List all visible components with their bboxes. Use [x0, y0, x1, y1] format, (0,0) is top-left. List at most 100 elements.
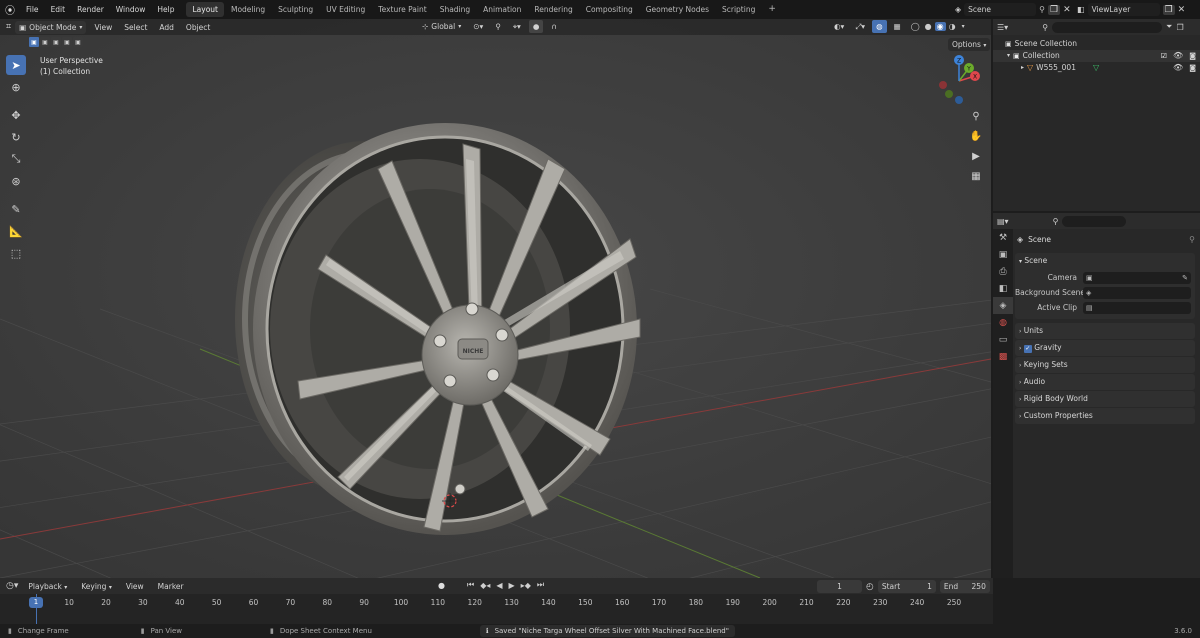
pan-hand-icon[interactable]: ✋ [967, 127, 985, 145]
world-tab-icon[interactable]: ◍ [993, 314, 1013, 331]
prev-keyframe-icon[interactable]: ◆◂ [480, 581, 490, 590]
custom-properties-panel-header[interactable]: › Custom Properties [1015, 408, 1195, 424]
scene-panel-header[interactable]: ▾ Scene [1015, 253, 1195, 269]
new-viewlayer-icon[interactable]: ❐ [1162, 4, 1175, 15]
expand-chevron-icon[interactable]: ▾ [1007, 50, 1010, 62]
properties-editor-icon[interactable]: ▤▾ [997, 217, 1009, 226]
menu-playback[interactable]: Playback ▾ [24, 580, 71, 593]
3d-viewport[interactable]: NICHE ⌗ ▣ Object Mode ▾ View Select Add … [0, 19, 991, 578]
menu-marker[interactable]: Marker [154, 580, 188, 593]
tab-geometry-nodes[interactable]: Geometry Nodes [640, 2, 715, 17]
scale-tool-icon[interactable]: ⤡ [6, 149, 26, 169]
play-reverse-icon[interactable]: ◀ [496, 581, 502, 590]
keying-sets-panel-header[interactable]: › Keying Sets [1015, 357, 1195, 373]
output-tab-icon[interactable]: ⎙ [993, 263, 1013, 280]
pin-icon[interactable]: ⚲ [1189, 235, 1195, 244]
tab-scripting[interactable]: Scripting [716, 2, 761, 17]
navigation-gizmo[interactable]: X Y Z [932, 54, 982, 109]
new-scene-icon[interactable]: ❐ [1048, 4, 1061, 15]
snap-icon[interactable]: ⚲ [491, 20, 505, 33]
background-scene-field[interactable]: ◈ [1083, 286, 1191, 299]
xray-icon[interactable]: ▦ [890, 20, 905, 33]
jump-end-icon[interactable]: ⏭ [537, 580, 544, 590]
solid-shading-icon[interactable]: ● [923, 22, 934, 31]
units-panel-header[interactable]: › Units [1015, 323, 1195, 339]
view-layer-tab-icon[interactable]: ◧ [993, 280, 1013, 297]
rigid-body-world-panel-header[interactable]: › Rigid Body World [1015, 391, 1195, 407]
texture-tab-icon[interactable]: ▩ [993, 348, 1013, 365]
scene-collection-row[interactable]: ▣ Scene Collection [993, 38, 1200, 50]
orientation-dropdown[interactable]: ⊹ Global ▾ [418, 20, 465, 33]
jump-start-icon[interactable]: ⏮ [467, 580, 474, 590]
menu-object[interactable]: Object [182, 21, 214, 34]
select-new-icon[interactable]: ▣ [29, 37, 39, 47]
scene-tab-icon[interactable]: ◈ [993, 297, 1013, 314]
proportional-edit-icon[interactable]: ● [528, 20, 544, 33]
start-frame-field[interactable]: Start 1 [877, 580, 936, 593]
add-cube-tool-icon[interactable]: ⬚ [6, 243, 26, 263]
falloff-icon[interactable]: ∩ [547, 20, 561, 33]
pin-icon[interactable]: ⚲ [1039, 5, 1045, 14]
tab-modeling[interactable]: Modeling [225, 2, 271, 17]
camera-field[interactable]: ▣ ✎ [1083, 271, 1191, 284]
scene-name-field[interactable]: Scene [964, 3, 1037, 16]
camera-render-icon[interactable]: ◙ [1189, 62, 1200, 74]
tool-tab-icon[interactable]: ⚒ [993, 229, 1013, 246]
tab-uv-editing[interactable]: UV Editing [320, 2, 371, 17]
eye-icon[interactable]: 👁 [1170, 62, 1186, 74]
rotate-tool-icon[interactable]: ↻ [6, 127, 26, 147]
editor-type-icon[interactable]: ⌗ [6, 22, 11, 32]
active-clip-field[interactable]: ▤ [1083, 301, 1191, 314]
pivot-icon[interactable]: ⊙▾ [469, 20, 487, 33]
move-tool-icon[interactable]: ✥ [6, 105, 26, 125]
properties-search-input[interactable] [1062, 215, 1127, 227]
menu-select[interactable]: Select [120, 21, 151, 34]
play-icon[interactable]: ▶ [509, 581, 515, 590]
wireframe-shading-icon[interactable]: ◯ [909, 22, 922, 31]
delete-scene-icon[interactable]: ✕ [1063, 5, 1071, 15]
timeline-editor-icon[interactable]: ◷▾ [6, 581, 18, 591]
new-collection-icon[interactable]: ❐ [1176, 23, 1183, 32]
viewlayer-name-field[interactable]: ViewLayer [1087, 3, 1160, 16]
object-row[interactable]: ▸ ▽ W555_001 ▽ 👁 ◙ [993, 62, 1200, 74]
delete-viewlayer-icon[interactable]: ✕ [1178, 5, 1186, 15]
ortho-grid-icon[interactable]: ▦ [967, 167, 985, 185]
tab-layout[interactable]: Layout [186, 2, 224, 17]
timeline-ruler[interactable]: 1 10 20 30 40 50 60 70 80 90 100 110 120 130 140 150 16… [0, 594, 993, 624]
visibility-icon[interactable]: ◐▾ [830, 20, 848, 33]
select-intersect-icon[interactable]: ▣ [73, 37, 83, 47]
collection-tab-icon[interactable]: ▭ [993, 331, 1013, 348]
tab-texture-paint[interactable]: Texture Paint [372, 2, 432, 17]
properties-search-icon[interactable]: ⚲ [1053, 217, 1059, 226]
menu-help[interactable]: Help [151, 0, 180, 19]
cursor-tool-icon[interactable]: ⊕ [6, 77, 26, 97]
next-keyframe-icon[interactable]: ▸◆ [521, 581, 531, 590]
stopwatch-icon[interactable]: ◴ [866, 582, 874, 592]
select-box-tool-icon[interactable]: ➤ [6, 55, 26, 75]
annotate-tool-icon[interactable]: ✎ [6, 199, 26, 219]
audio-panel-header[interactable]: › Audio [1015, 374, 1195, 390]
menu-window[interactable]: Window [110, 0, 152, 19]
mode-dropdown[interactable]: ▣ Object Mode ▾ [15, 20, 87, 34]
playhead-frame-indicator[interactable]: 1 [29, 597, 43, 608]
timeline-editor[interactable]: ◷▾ Playback ▾ Keying ▾ View Marker ● ⏮ ◆… [0, 578, 993, 624]
menu-render[interactable]: Render [71, 0, 110, 19]
zoom-icon[interactable]: ⚲ [967, 107, 985, 125]
outliner-search-input[interactable] [1052, 21, 1163, 33]
menu-keying[interactable]: Keying ▾ [77, 580, 116, 593]
eyedropper-icon[interactable]: ✎ [1182, 274, 1191, 282]
camera-view-icon[interactable]: ▶ [967, 147, 985, 165]
menu-timeline-view[interactable]: View [122, 580, 148, 593]
overlay-icon[interactable]: ◍ [872, 20, 887, 33]
snap-target-icon[interactable]: ⌖▾ [509, 20, 525, 33]
tab-rendering[interactable]: Rendering [528, 2, 578, 17]
select-subtract-icon[interactable]: ▣ [51, 37, 61, 47]
menu-file[interactable]: File [20, 0, 45, 19]
tab-shading[interactable]: Shading [434, 2, 476, 17]
menu-edit[interactable]: Edit [45, 0, 72, 19]
outliner-filter-icon[interactable]: ⚲ [1042, 23, 1048, 32]
expand-chevron-icon[interactable]: ▸ [1021, 62, 1024, 74]
outliner-editor-icon[interactable]: ☰▾ [997, 23, 1008, 32]
menu-add[interactable]: Add [155, 21, 178, 34]
material-shading-icon[interactable]: ◉ [934, 22, 946, 31]
